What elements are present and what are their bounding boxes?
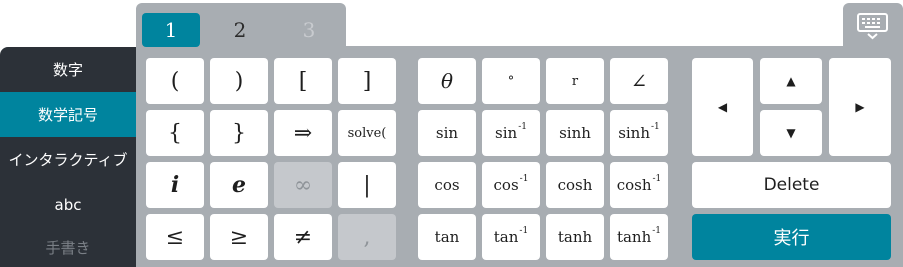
key-label: tan xyxy=(434,228,460,246)
execute-button[interactable]: 実行 xyxy=(692,214,891,260)
key-tanh[interactable]: tanh xyxy=(546,214,604,260)
arrow-down-icon: ▼ xyxy=(786,126,796,140)
key-superscript: -1 xyxy=(651,122,660,132)
arrow-up-icon: ▲ xyxy=(786,74,796,88)
cursor-down-button[interactable]: ▼ xyxy=(760,110,822,156)
key-label: cosh xyxy=(616,176,652,194)
key-arcsinh[interactable]: sinh -1 xyxy=(610,110,668,156)
key-superscript: -1 xyxy=(519,226,529,236)
key-label: sin xyxy=(435,124,459,142)
key-degree[interactable]: ° xyxy=(482,58,540,104)
key-superscript: -1 xyxy=(652,174,662,184)
key-less-equal[interactable]: ≤ xyxy=(146,214,204,260)
tab-page-3: 3 xyxy=(302,18,316,42)
page-tab-bar: 1 2 3 xyxy=(136,3,346,49)
key-close-brace[interactable]: } xyxy=(210,110,268,156)
arrow-left-icon: ◀ xyxy=(717,100,728,114)
sidebar-item-interactive[interactable]: インタラクティブ xyxy=(0,137,136,182)
sidebar-item-numbers[interactable]: 数字 xyxy=(0,47,136,92)
sidebar-item-math-symbols[interactable]: 数学記号 xyxy=(0,92,136,137)
key-label: cos xyxy=(493,176,519,194)
key-label: cosh xyxy=(557,176,593,194)
key-sin[interactable]: sin xyxy=(418,110,476,156)
tab-page-2[interactable]: 2 xyxy=(211,13,269,47)
key-arccos[interactable]: cos -1 xyxy=(482,162,540,208)
delete-button[interactable]: Delete xyxy=(692,162,891,208)
key-implies[interactable]: ⇒ xyxy=(274,110,332,156)
cursor-left-button[interactable]: ◀ xyxy=(692,58,753,156)
key-abs-bar[interactable]: | xyxy=(338,162,396,208)
key-label: tanh xyxy=(616,228,652,246)
key-open-paren[interactable]: ( xyxy=(146,58,204,104)
key-euler-e[interactable]: e xyxy=(210,162,268,208)
key-angle[interactable]: ∠ xyxy=(610,58,668,104)
key-radian[interactable]: r xyxy=(546,58,604,104)
category-sidebar: 数字 数学記号 インタラクティブ abc 手書き xyxy=(0,47,136,267)
key-cosh[interactable]: cosh xyxy=(546,162,604,208)
key-label: sinh xyxy=(618,124,651,142)
key-close-paren[interactable]: ) xyxy=(210,58,268,104)
key-arctan[interactable]: tan -1 xyxy=(482,214,540,260)
key-solve[interactable]: solve( xyxy=(338,110,396,156)
cursor-right-button[interactable]: ▶ xyxy=(829,58,891,156)
tab-page-1[interactable]: 1 xyxy=(142,13,200,47)
key-open-brace[interactable]: { xyxy=(146,110,204,156)
key-label: sinh xyxy=(559,124,591,142)
key-label: tanh xyxy=(557,228,593,246)
key-superscript: -1 xyxy=(652,226,662,236)
key-infinity: ∞ xyxy=(274,162,332,208)
key-comma: , xyxy=(338,214,396,260)
keyboard-icon xyxy=(857,13,888,40)
key-arccosh[interactable]: cosh -1 xyxy=(610,162,668,208)
key-open-bracket[interactable]: [ xyxy=(274,58,332,104)
key-tan[interactable]: tan xyxy=(418,214,476,260)
arrow-right-icon: ▶ xyxy=(855,100,865,114)
key-label: sin xyxy=(495,124,518,142)
key-not-equal[interactable]: ≠ xyxy=(274,214,332,260)
key-greater-equal[interactable]: ≥ xyxy=(210,214,268,260)
key-arcsin[interactable]: sin -1 xyxy=(482,110,540,156)
key-cos[interactable]: cos xyxy=(418,162,476,208)
key-sinh[interactable]: sinh xyxy=(546,110,604,156)
keyboard-toggle-button[interactable] xyxy=(843,3,903,49)
key-arctanh[interactable]: tanh -1 xyxy=(610,214,668,260)
key-label: cos xyxy=(434,176,460,194)
sidebar-item-abc[interactable]: abc xyxy=(0,182,136,227)
key-close-bracket[interactable]: ] xyxy=(338,58,396,104)
key-superscript: -1 xyxy=(519,174,529,184)
key-label: tan xyxy=(493,228,519,246)
sidebar-item-handwriting: 手書き xyxy=(45,238,91,257)
key-imaginary-i[interactable]: i xyxy=(146,162,204,208)
key-superscript: -1 xyxy=(518,122,527,132)
key-theta[interactable]: θ xyxy=(418,58,476,104)
cursor-up-button[interactable]: ▲ xyxy=(760,58,822,104)
